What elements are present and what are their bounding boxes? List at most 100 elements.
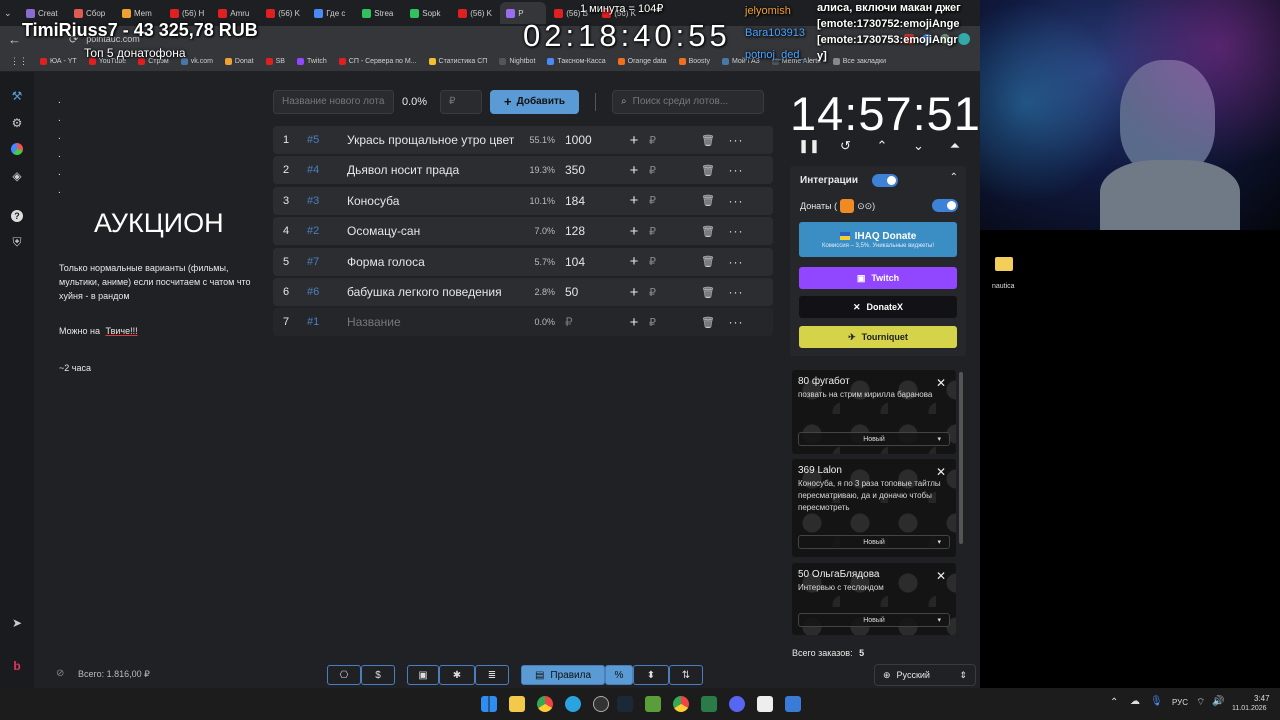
reset-icon[interactable]: ↺ (835, 138, 857, 154)
settings-icon[interactable]: ⚙ (9, 115, 25, 131)
delete-icon[interactable]: 🗑 (695, 286, 721, 299)
capcut-icon[interactable] (757, 696, 773, 712)
lot-amount[interactable]: 184 (561, 194, 621, 208)
wifi-icon[interactable]: ⌔ (1196, 696, 1205, 709)
apps-icon[interactable]: ⋮⋮ (10, 56, 28, 67)
chevron-down-icon[interactable]: ⌄ (908, 138, 930, 154)
browser-tab[interactable]: (56) K (452, 2, 498, 24)
tray-arrow-icon[interactable]: ⌃ (1110, 697, 1118, 708)
clock-date[interactable]: 11.01.2026 (1232, 705, 1267, 712)
add-amount-input[interactable]: ₽ (647, 164, 695, 177)
network-icon[interactable]: ☁ (1130, 696, 1140, 707)
bookmark-item[interactable]: Donat (224, 58, 254, 65)
orders-scrollbar[interactable] (959, 372, 963, 544)
bookmark-item[interactable]: Twitch (296, 58, 327, 65)
ihaq-donate-button[interactable]: IHAQ Donate Комиссия – 3,5%. Уникальные … (799, 222, 957, 257)
delete-icon[interactable]: 🗑 (695, 225, 721, 238)
obs-icon[interactable] (593, 696, 609, 712)
lot-name[interactable]: Форма голоса (347, 255, 517, 269)
add-amount-icon[interactable]: + (621, 314, 647, 331)
delete-icon[interactable]: 🗑 (695, 316, 721, 329)
mic-icon[interactable]: 🎙 (1150, 696, 1163, 707)
donations-toggle[interactable] (932, 199, 958, 212)
browser-tab[interactable]: Где с (308, 2, 354, 24)
delete-icon[interactable]: 🗑 (695, 164, 721, 177)
minecraft-icon[interactable] (645, 696, 661, 712)
donatex-button[interactable]: ✕ DonateX (799, 296, 957, 318)
lot-amount[interactable]: 350 (561, 163, 621, 177)
integrations-toggle[interactable] (871, 174, 898, 187)
lot-name[interactable]: Осомацу-сан (347, 224, 517, 238)
chart-icon[interactable] (9, 141, 25, 157)
lot-amount[interactable]: 104 (561, 255, 621, 269)
more-icon[interactable]: ··· (721, 163, 751, 177)
lot-search-input[interactable]: ⌕ Поиск среди лотов... (612, 89, 765, 114)
bug-button[interactable]: ✱ (439, 665, 475, 685)
save-button[interactable]: ▣ (407, 665, 439, 685)
sort-button[interactable]: ⇅ (669, 665, 703, 685)
more-icon[interactable]: ··· (721, 224, 751, 238)
lot-name[interactable]: Дьявол носит прада (347, 163, 517, 177)
lot-amount[interactable]: 50 (561, 285, 621, 299)
hide-icon[interactable]: ⊘ (56, 668, 64, 679)
bookmark-item[interactable]: ЮА - YT (40, 58, 77, 65)
percent-button[interactable]: % (605, 665, 633, 685)
chrome-icon[interactable] (537, 696, 553, 712)
bookmark-item[interactable]: Orange data (617, 58, 667, 65)
clock-time[interactable]: 3:47 (1254, 694, 1270, 703)
bookmark-item[interactable]: Таксном-Касса (547, 58, 606, 65)
volume-icon[interactable]: 🔊 (1212, 696, 1224, 707)
twitch-button[interactable]: ▣ Twitch (799, 267, 957, 289)
twitch-link[interactable]: Твиче!!! (106, 326, 138, 336)
steam-icon[interactable] (617, 696, 633, 712)
add-amount-icon[interactable]: + (621, 284, 647, 301)
bookmark-item[interactable]: Boosty (678, 58, 710, 65)
bookmark-item[interactable]: СП - Сервера по М... (338, 58, 417, 65)
tourniquet-button[interactable]: ✈ Tourniquet (799, 326, 957, 348)
more-icon[interactable]: ··· (721, 133, 751, 147)
balance-button[interactable]: ⬍ (633, 665, 669, 685)
shield-icon[interactable]: ⛨ (9, 234, 25, 250)
add-amount-input[interactable]: ₽ (647, 316, 695, 329)
bookmark-item[interactable]: Nightbot (499, 58, 535, 65)
lot-name[interactable]: бабушка легкого поведения (347, 285, 517, 299)
add-lot-button[interactable]: + Добавить (490, 89, 580, 114)
order-status-select[interactable]: Новый ▾ (798, 535, 950, 549)
pause-icon[interactable]: ❚❚ (798, 138, 820, 154)
add-amount-icon[interactable]: + (621, 192, 647, 209)
excel-icon[interactable] (701, 696, 717, 712)
help-icon[interactable]: ? (9, 208, 25, 224)
start-icon[interactable] (481, 696, 497, 712)
bookmark-item[interactable]: SB (265, 58, 285, 65)
explorer-icon[interactable] (509, 696, 525, 712)
telegram-icon[interactable]: ➤ (9, 615, 25, 631)
more-icon[interactable]: ··· (721, 315, 751, 329)
lot-amount[interactable]: 128 (561, 224, 621, 238)
add-amount-input[interactable]: ₽ (647, 194, 695, 207)
tab-menu-icon[interactable]: ⌄ (4, 8, 18, 19)
close-icon[interactable]: ✕ (936, 465, 946, 479)
delete-icon[interactable]: 🗑 (695, 134, 721, 147)
bookmark-item[interactable]: Статистика СП (428, 58, 487, 65)
order-status-select[interactable]: Новый ▾ (798, 432, 950, 446)
new-lot-amount-input[interactable]: ₽ (440, 89, 482, 114)
lot-name[interactable]: Название (347, 315, 517, 329)
delete-icon[interactable]: 🗑 (695, 255, 721, 268)
add-amount-input[interactable]: ₽ (647, 286, 695, 299)
app-icon[interactable] (785, 696, 801, 712)
new-lot-name-input[interactable]: Название нового лота (273, 89, 394, 114)
close-icon[interactable]: ✕ (936, 376, 946, 390)
collapse-icon[interactable]: ⌃ (950, 172, 958, 183)
browser-tab[interactable]: Strea (356, 2, 402, 24)
add-amount-input[interactable]: ₽ (647, 255, 695, 268)
tray-lang[interactable]: РУС (1172, 698, 1188, 707)
add-amount-input[interactable]: ₽ (647, 225, 695, 238)
add-amount-icon[interactable]: + (621, 253, 647, 270)
more-icon[interactable]: ··· (721, 255, 751, 269)
browser-tab[interactable]: (56) K (260, 2, 306, 24)
github-button[interactable]: ⎔ (327, 665, 361, 685)
gavel-icon[interactable]: ⚒ (9, 88, 25, 104)
language-select[interactable]: ⊕ Русский ⇕ (874, 664, 976, 686)
rules-button[interactable]: ▤ Правила (521, 665, 605, 685)
more-icon[interactable]: ··· (721, 194, 751, 208)
